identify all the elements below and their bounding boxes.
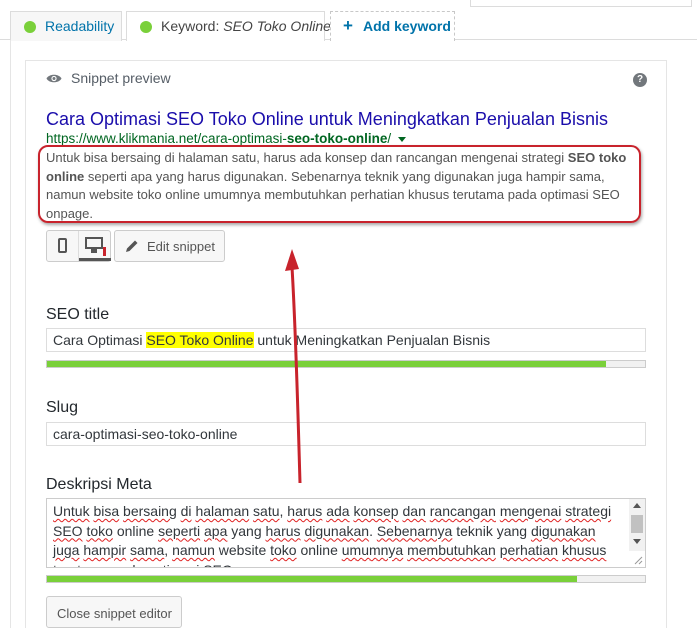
meta-description-word: SEO [199, 562, 236, 568]
meta-description-word: rancangan [429, 503, 496, 519]
add-keyword-button[interactable]: + Add keyword [330, 11, 455, 41]
meta-description-word: juga [53, 542, 80, 558]
scroll-thumb[interactable] [631, 515, 643, 533]
meta-description-word: . [369, 522, 377, 539]
pencil-icon [126, 240, 138, 252]
meta-description-word: online [112, 522, 159, 539]
seo-title-before: Cara Optimasi [53, 332, 147, 348]
meta-description-word: yang [227, 522, 266, 539]
meta-description-word: satu [253, 503, 280, 519]
meta-description-word: hampir [83, 542, 127, 558]
meta-description-word: mengenai [499, 503, 562, 519]
mobile-icon [58, 238, 67, 253]
meta-description-word: . [283, 562, 287, 568]
seo-title-input[interactable]: Cara Optimasi SEO Toko Online untuk Meni… [46, 328, 646, 352]
seo-title-keyword: SEO Toko Online [146, 332, 254, 348]
meta-description-word: harus [265, 522, 301, 539]
meta-description-word: konsep [353, 503, 399, 519]
meta-description-progress [46, 575, 646, 583]
edit-snippet-label: Edit snippet [147, 239, 215, 254]
meta-description-word: seperti [158, 522, 201, 539]
annotation-marker [103, 247, 106, 256]
tab-keyword-label: Keyword: SEO Toko Online [161, 12, 331, 40]
meta-description-text: Untuk bisa bersaing di halaman satu, har… [53, 502, 623, 568]
scroll-down-icon[interactable] [633, 539, 641, 544]
meta-description-word: umumnya [341, 542, 404, 558]
meta-description-word: SEO [53, 522, 83, 539]
close-snippet-editor-button[interactable]: Close snippet editor [46, 596, 182, 628]
meta-description-word: di [180, 503, 192, 519]
meta-description-word: terutama [53, 562, 108, 568]
snippet-preview-heading: Snippet preview [71, 70, 171, 86]
meta-description-word: strategi [565, 503, 612, 519]
meta-description-word: digunakan [304, 522, 370, 539]
add-keyword-label: Add keyword [363, 18, 451, 34]
tab-bar: Readability Keyword: SEO Toko Online + A… [0, 0, 697, 41]
eye-icon [46, 74, 62, 83]
meta-description-word: ada [326, 503, 350, 519]
meta-description-word: website [214, 542, 271, 558]
seo-title-label: SEO title [46, 306, 110, 323]
snippet-url-prefix: https://www.klikmania.net/cara-optimasi- [46, 131, 287, 146]
meta-description-progress-fill [47, 576, 578, 582]
meta-description-word: bisa [93, 503, 120, 519]
keyword-status-dot [140, 21, 152, 33]
desktop-preview-button[interactable] [79, 231, 111, 261]
meta-description-word: bersaing [123, 503, 177, 519]
meta-description-word: online [296, 542, 342, 558]
textarea-scrollbar[interactable] [629, 499, 645, 551]
meta-description-word: optimasi [147, 562, 199, 568]
edit-snippet-button[interactable]: Edit snippet [114, 230, 225, 262]
help-icon[interactable]: ? [633, 73, 647, 87]
snippet-url-keyword: seo-toko-online [286, 131, 388, 146]
tab-readability[interactable]: Readability [10, 11, 122, 41]
scroll-up-icon[interactable] [633, 503, 641, 508]
caret-down-icon [398, 136, 407, 142]
keyword-value: SEO Toko Online [223, 18, 331, 34]
seo-title-progress-fill [47, 361, 607, 367]
desktop-icon-stand [91, 249, 97, 253]
readability-status-dot [24, 21, 36, 33]
meta-description-word: pada [112, 562, 143, 568]
tab-readability-label: Readability [45, 18, 115, 34]
tab-keyword[interactable]: Keyword: SEO Toko Online [126, 11, 331, 41]
meta-description-word: namun [172, 542, 215, 558]
annotation-highlight-box [38, 145, 641, 223]
meta-description-word: perhatian [499, 542, 559, 558]
meta-description-word: sama [130, 542, 165, 558]
meta-description-word: halaman [195, 503, 250, 519]
meta-description-textarea[interactable]: Untuk bisa bersaing di halaman satu, har… [46, 498, 646, 568]
meta-description-word: membutuhkan [407, 542, 496, 558]
preview-mode-toggle [46, 230, 111, 262]
slug-label: Slug [46, 399, 79, 416]
panel-edge [470, 0, 692, 7]
meta-description-word: digunakan [530, 522, 596, 539]
plus-icon: + [343, 16, 353, 35]
meta-description-word: harus [287, 503, 323, 519]
meta-description-word: , [164, 542, 173, 558]
meta-description-word: toko [86, 522, 113, 539]
resize-grip-icon[interactable] [633, 555, 643, 565]
annotation-arrow [285, 249, 302, 484]
meta-description-word: teknik yang [452, 522, 531, 539]
meta-description-word: Sebenarnya [376, 522, 453, 539]
snippet-url: https://www.klikmania.net/cara-optimasi-… [46, 131, 407, 146]
desktop-icon [85, 237, 103, 249]
meta-description-word: Untuk [53, 503, 90, 519]
snippet-title[interactable]: Cara Optimasi SEO Toko Online untuk Meni… [46, 109, 608, 130]
snippet-url-suffix: / [387, 131, 392, 146]
keyword-prefix: Keyword: [161, 18, 224, 34]
seo-title-progress [46, 360, 646, 368]
meta-description-word: toko [270, 542, 297, 558]
meta-description-label: Deskripsi Meta [46, 476, 152, 493]
meta-description-word: apa [204, 522, 228, 539]
meta-description-word: dan [402, 503, 426, 519]
close-snippet-editor-label: Close snippet editor [57, 606, 172, 621]
slug-input[interactable]: cara-optimasi-seo-toko-online [46, 422, 646, 446]
mobile-preview-button[interactable] [47, 231, 79, 261]
meta-description-word: onpage [237, 562, 284, 568]
meta-description-word: khusus [562, 542, 607, 558]
